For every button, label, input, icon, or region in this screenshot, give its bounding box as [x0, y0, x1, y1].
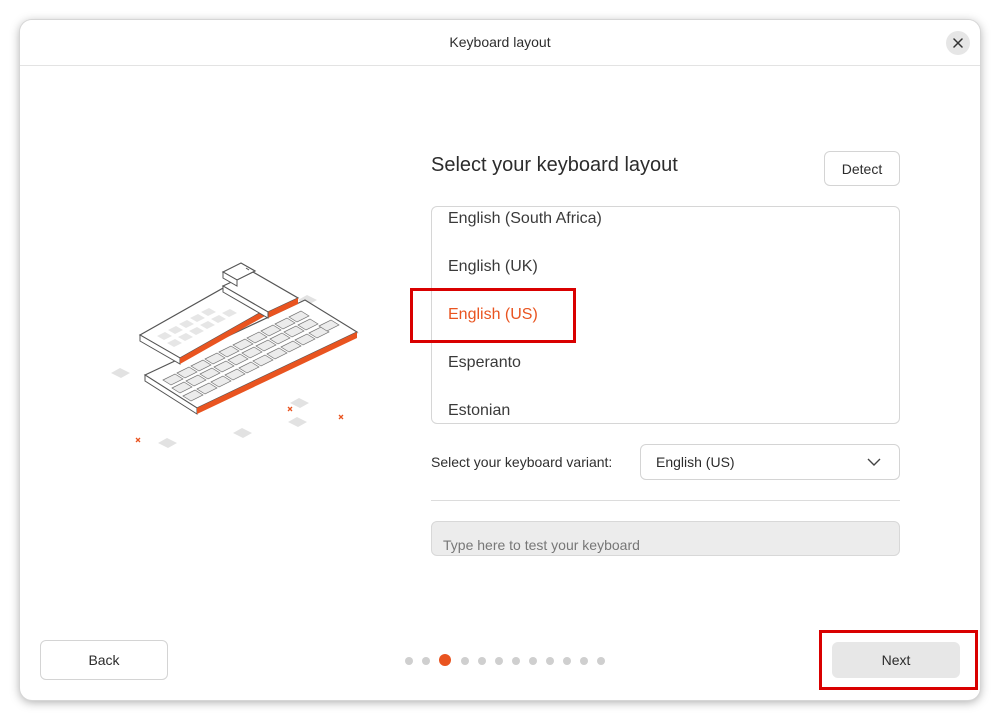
- step-dot: [529, 657, 537, 665]
- highlight-box-next-button: [819, 630, 978, 690]
- close-button[interactable]: [946, 31, 970, 55]
- step-dot: [422, 657, 430, 665]
- step-dot: [546, 657, 554, 665]
- page-heading: Select your keyboard layout: [431, 154, 678, 176]
- step-dot: [563, 657, 571, 665]
- chevron-down-icon: [867, 458, 881, 466]
- list-item-english-south-africa[interactable]: English (South Africa): [432, 207, 899, 255]
- step-dot: [512, 657, 520, 665]
- installer-window: Keyboard layout Select your keyboard lay…: [20, 20, 980, 700]
- step-dot: [580, 657, 588, 665]
- keyboard-variant-dropdown[interactable]: English (US): [640, 444, 900, 480]
- step-dot: [597, 657, 605, 665]
- step-dot-active: [439, 654, 451, 666]
- step-dot: [461, 657, 469, 665]
- variant-selected-value: English (US): [656, 454, 735, 470]
- keyboard-test-input[interactable]: [431, 521, 900, 556]
- back-button[interactable]: Back: [40, 640, 168, 680]
- window-title: Keyboard layout: [449, 34, 551, 50]
- list-item-esperanto[interactable]: Esperanto: [432, 351, 899, 399]
- titlebar: Keyboard layout: [20, 20, 980, 66]
- step-dot: [405, 657, 413, 665]
- list-item-estonian[interactable]: Estonian: [432, 399, 899, 423]
- keyboard-illustration: [111, 262, 359, 448]
- divider: [431, 500, 900, 501]
- step-indicator: [405, 654, 605, 666]
- step-dot: [495, 657, 503, 665]
- step-dot: [478, 657, 486, 665]
- variant-label: Select your keyboard variant:: [431, 454, 613, 470]
- close-icon: [953, 38, 963, 48]
- detect-button[interactable]: Detect: [824, 151, 900, 186]
- highlight-box-selected-layout: [410, 288, 576, 343]
